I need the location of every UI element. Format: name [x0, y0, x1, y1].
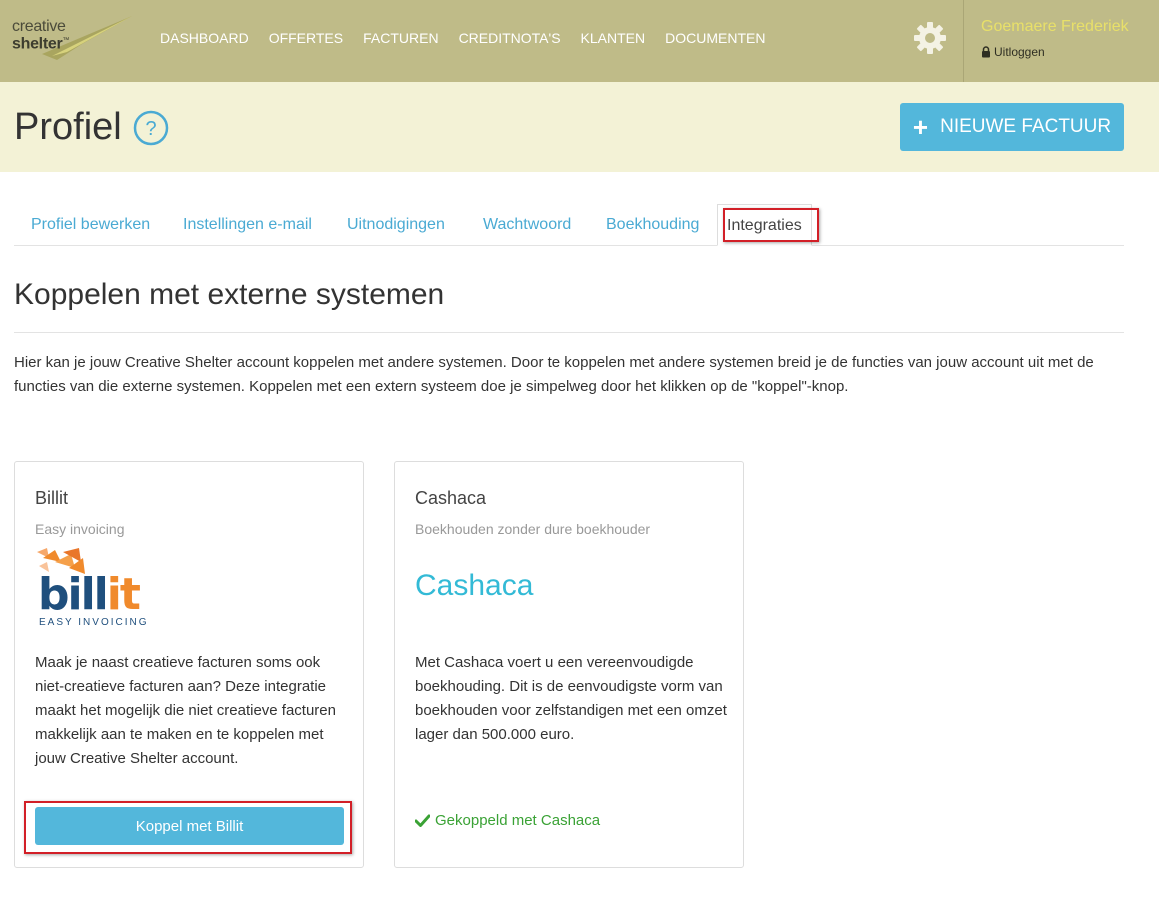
card-subtitle: Easy invoicing — [35, 521, 125, 537]
billit-wordmark: billit — [38, 569, 141, 620]
logo-line-2: shelter™ — [12, 34, 70, 53]
nav-creditnotas[interactable]: CREDITNOTA'S — [459, 30, 561, 46]
connected-label: Gekoppeld met Cashaca — [435, 812, 601, 829]
gear-icon[interactable] — [912, 20, 948, 56]
logo-line-1: creative — [12, 18, 66, 35]
new-invoice-label: NIEUWE FACTUUR — [940, 116, 1112, 137]
creative-shelter-logo[interactable]: creative shelter™ — [12, 14, 137, 64]
section-intro: Hier kan je jouw Creative Shelter accoun… — [14, 354, 1094, 395]
nav-facturen[interactable]: FACTUREN — [363, 30, 438, 46]
nav-documenten[interactable]: DOCUMENTEN — [665, 30, 765, 46]
billit-wordmark-it: it — [106, 569, 141, 620]
tab-profiel-bewerken[interactable]: Profiel bewerken — [31, 204, 150, 246]
tab-boekhouding[interactable]: Boekhouding — [606, 204, 699, 246]
tab-wachtwoord[interactable]: Wachtwoord — [483, 204, 571, 246]
section-title: Koppelen met externe systemen — [14, 278, 445, 311]
billit-logo: billit EASY INVOICING — [35, 548, 155, 632]
profile-tabs: Profiel bewerken Instellingen e-mail Uit… — [14, 204, 1124, 246]
integration-card-billit: Billit Easy invoicing billit EASY INVOIC… — [14, 461, 364, 868]
integration-card-cashaca: Cashaca Boekhouden zonder dure boekhoude… — [394, 461, 744, 868]
check-icon — [415, 814, 430, 827]
page-header: Profiel ? + NIEUWE FACTUUR — [0, 82, 1159, 172]
lock-icon — [982, 46, 990, 58]
page-title: Profiel — [14, 106, 122, 148]
nav-dashboard[interactable]: DASHBOARD — [160, 30, 249, 46]
nav-divider — [963, 0, 964, 82]
user-name[interactable]: Goemaere Frederiek — [981, 18, 1129, 36]
tab-integraties[interactable]: Integraties — [717, 204, 812, 246]
tab-uitnodigingen[interactable]: Uitnodigingen — [347, 204, 445, 246]
nav-offertes[interactable]: OFFERTES — [269, 30, 343, 46]
top-navbar: creative shelter™ DASHBOARD OFFERTES FAC… — [0, 0, 1159, 82]
svg-text:?: ? — [145, 118, 156, 140]
logo-line-2-text: shelter — [12, 35, 63, 53]
logo-trademark: ™ — [62, 37, 70, 44]
section-divider — [14, 332, 1124, 333]
plus-icon: + — [912, 112, 929, 142]
logout-link[interactable]: Uitloggen — [981, 45, 1045, 59]
card-description: Met Cashaca voert u een vereenvoudigde b… — [415, 654, 727, 743]
new-invoice-button[interactable]: + NIEUWE FACTUUR — [900, 103, 1124, 151]
nav-klanten[interactable]: KLANTEN — [581, 30, 646, 46]
logo-wordmark: creative shelter™ — [12, 18, 70, 53]
koppel-billit-button[interactable]: Koppel met Billit — [35, 807, 344, 845]
card-subtitle: Boekhouden zonder dure boekhouder — [415, 521, 651, 537]
card-title: Billit — [35, 488, 69, 508]
connected-status: Gekoppeld met Cashaca — [415, 812, 600, 829]
card-title: Cashaca — [415, 488, 487, 508]
question-circle-icon[interactable]: ? — [133, 110, 169, 146]
logout-label: Uitloggen — [994, 45, 1045, 59]
cashaca-logo: Cashaca — [415, 569, 534, 602]
billit-tagline: EASY INVOICING — [39, 617, 149, 628]
main-nav: DASHBOARD OFFERTES FACTUREN CREDITNOTA'S… — [160, 30, 785, 46]
card-description: Maak je naast creatieve facturen soms oo… — [35, 654, 336, 767]
tab-instellingen-email[interactable]: Instellingen e-mail — [183, 204, 312, 246]
